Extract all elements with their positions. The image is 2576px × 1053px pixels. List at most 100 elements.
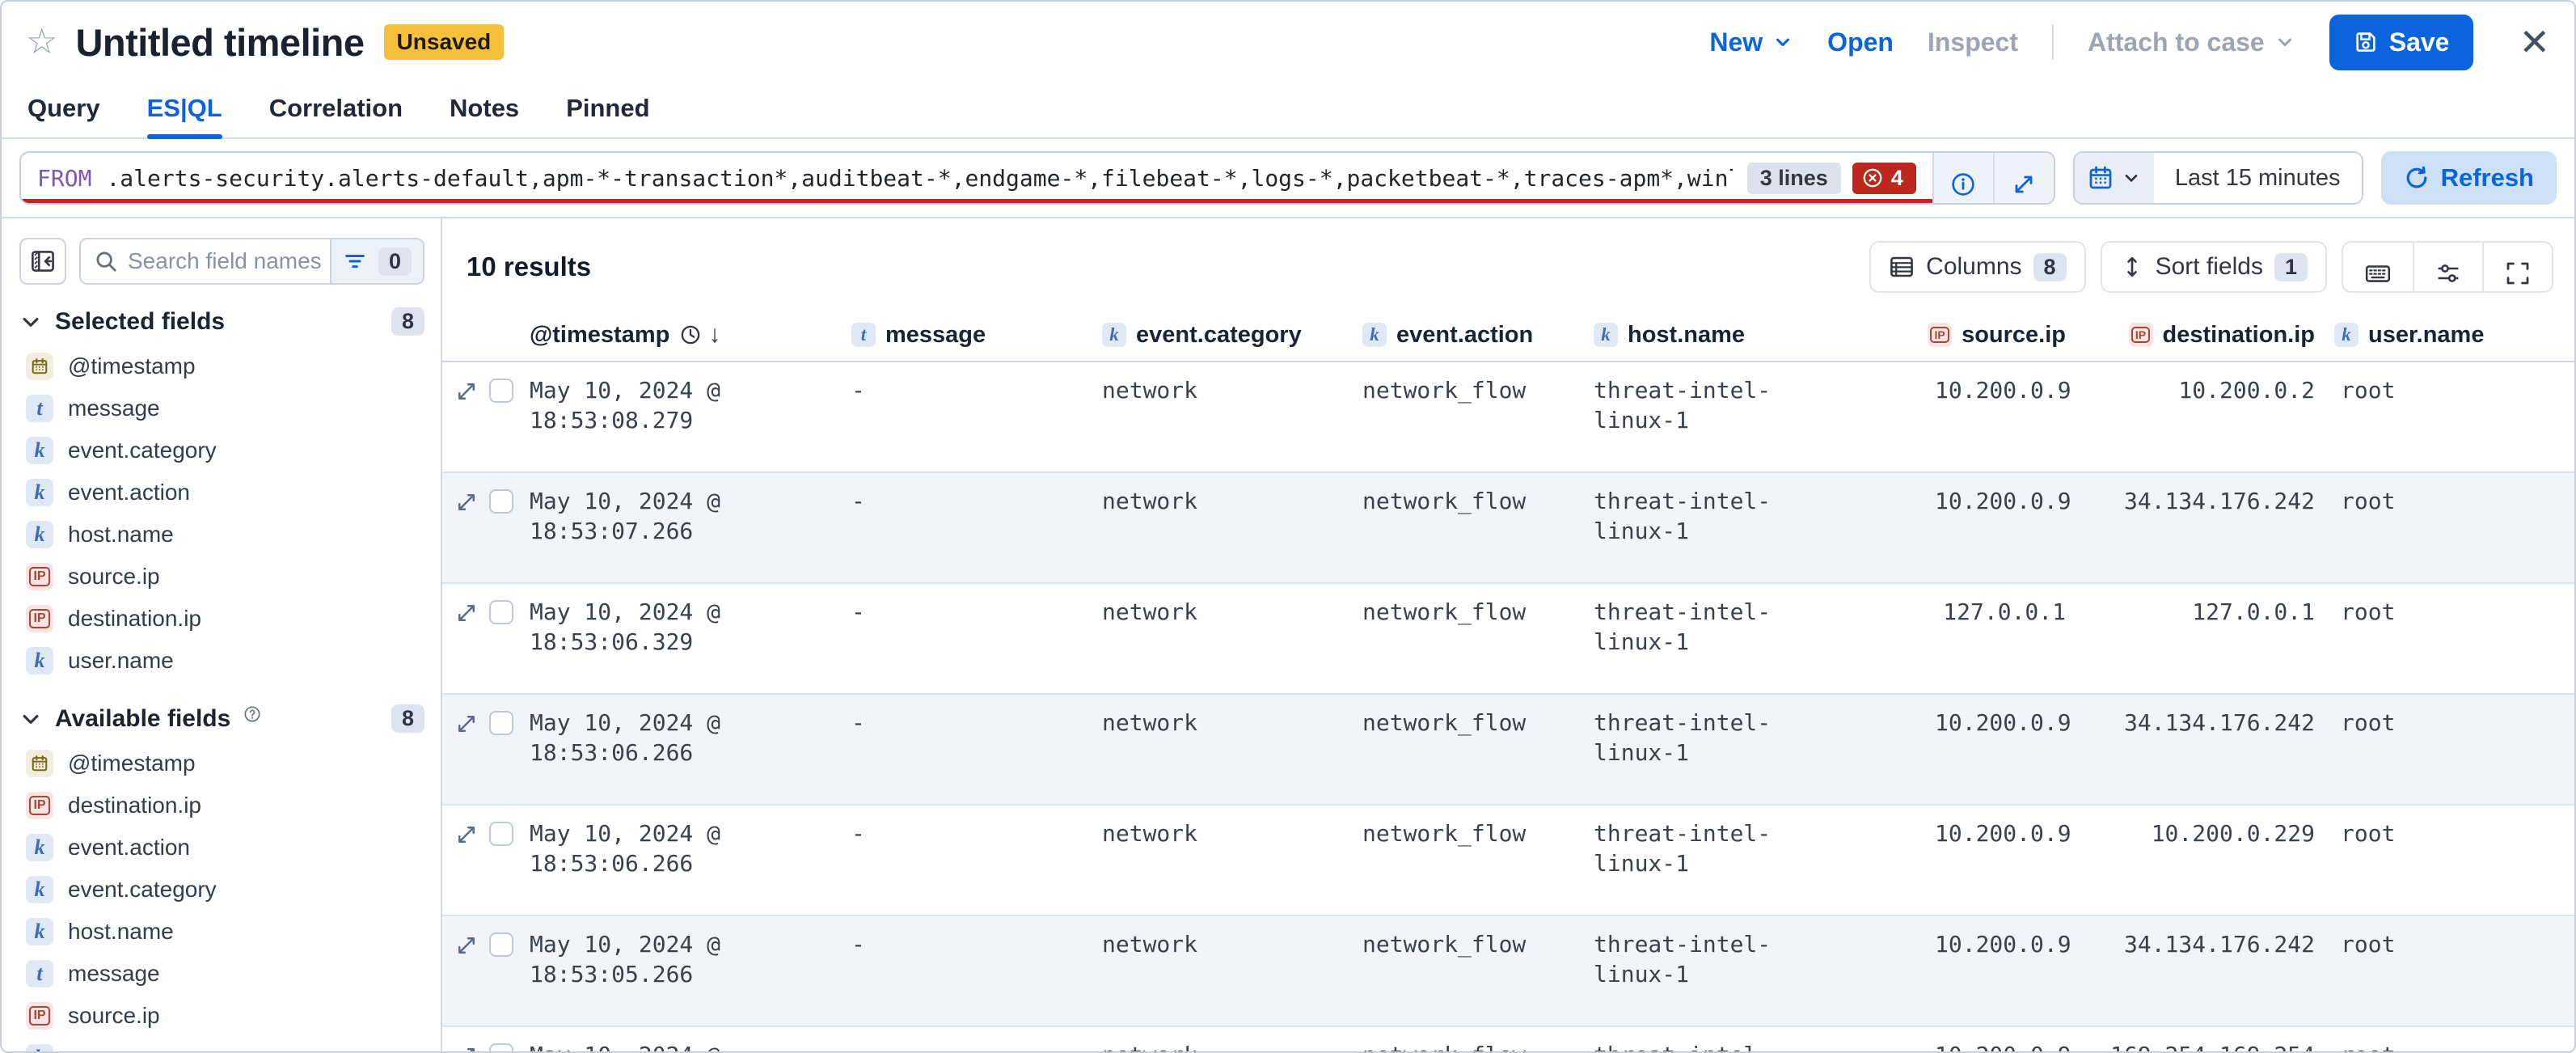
attach-to-case-button[interactable]: Attach to case — [2088, 27, 2295, 57]
esql-input[interactable]: FROM .alerts-security.alerts-default,apm… — [21, 153, 1932, 203]
row-checkbox[interactable] — [489, 600, 513, 624]
sort-fields-button[interactable]: Sort fields 1 — [2101, 241, 2327, 293]
error-count-badge[interactable]: 4 — [1852, 163, 1916, 194]
row-checkbox[interactable] — [489, 711, 513, 735]
ip-field-icon: IP — [26, 605, 53, 632]
cell-timestamp: May 10, 2024 @ — [520, 1027, 842, 1051]
field-item-event-category[interactable]: kevent.category — [19, 869, 424, 911]
cell-destination-ip: 10.200.0.229 — [2076, 806, 2325, 915]
display-options-button[interactable] — [2413, 243, 2482, 291]
ip-field-icon: IP — [26, 1002, 53, 1030]
available-fields-header: Available fields 8 — [19, 704, 424, 733]
row-checkbox[interactable] — [489, 932, 513, 957]
sort-count-badge: 1 — [2274, 253, 2308, 281]
field-filter-button[interactable]: 0 — [330, 239, 423, 283]
tab-pinned[interactable]: Pinned — [566, 94, 649, 137]
column-header-host-name[interactable]: khost.name — [1584, 322, 1925, 349]
cell-destination-ip: 34.134.176.242 — [2076, 473, 2325, 582]
ip-field-icon: IP — [2129, 323, 2153, 347]
text-field-icon: t — [26, 960, 53, 987]
row-checkbox[interactable] — [489, 1043, 513, 1051]
field-item-event-action[interactable]: kevent.action — [19, 472, 424, 514]
field-item-source-ip[interactable]: IPsource.ip — [19, 556, 424, 598]
row-controls — [442, 806, 520, 915]
text-field-icon: t — [26, 395, 53, 422]
field-item-source-ip[interactable]: IPsource.ip — [19, 995, 424, 1037]
field-item-event-category[interactable]: kevent.category — [19, 429, 424, 472]
new-menu-button[interactable]: New — [1709, 27, 1793, 57]
cell-host-name: threat-intel- linux-1 — [1584, 695, 1925, 804]
field-item-host-name[interactable]: khost.name — [19, 514, 424, 556]
esql-docs-button[interactable] — [1934, 153, 1993, 203]
column-header-event-action[interactable]: kevent.action — [1353, 322, 1584, 349]
save-button[interactable]: Save — [2329, 15, 2474, 70]
fullscreen-button[interactable] — [2482, 243, 2552, 291]
field-item-event-action[interactable]: kevent.action — [19, 827, 424, 869]
row-checkbox[interactable] — [489, 378, 513, 403]
cell-destination-ip: 127.0.0.1 — [2076, 584, 2325, 693]
field-name: @timestamp — [68, 353, 196, 379]
help-icon[interactable] — [243, 705, 261, 723]
field-item-destination-ip[interactable]: IPdestination.ip — [19, 784, 424, 827]
field-item--timestamp[interactable]: @timestamp — [19, 742, 424, 784]
inspect-button[interactable]: Inspect — [1928, 27, 2018, 57]
expand-event-icon[interactable] — [455, 491, 478, 514]
collapse-sidebar-button[interactable] — [19, 238, 66, 285]
chevron-down-icon — [1772, 32, 1793, 53]
search-field-names-input[interactable] — [128, 248, 330, 274]
keyword-field-icon: k — [1102, 323, 1126, 347]
expand-event-icon[interactable] — [455, 602, 478, 624]
columns-button[interactable]: Columns 8 — [1869, 241, 2085, 293]
cell-timestamp: May 10, 2024 @ 18:53:05.266 — [520, 916, 842, 1026]
row-checkbox[interactable] — [489, 489, 513, 514]
field-item-host-name[interactable]: khost.name — [19, 911, 424, 953]
field-item-user-name[interactable]: kuser.name — [19, 1037, 424, 1051]
lines-badge[interactable]: 3 lines — [1747, 163, 1841, 194]
field-item-user-name[interactable]: kuser.name — [19, 640, 424, 682]
column-header-event-category[interactable]: kevent.category — [1092, 322, 1353, 349]
available-fields-list: @timestampIPdestination.ipkevent.actionk… — [19, 742, 424, 1051]
expand-event-icon[interactable] — [455, 1045, 478, 1051]
tab-esql[interactable]: ES|QL — [147, 94, 222, 137]
field-item-destination-ip[interactable]: IPdestination.ip — [19, 598, 424, 640]
expand-editor-button[interactable] — [1993, 153, 2054, 203]
favorite-star-icon[interactable]: ☆ — [26, 24, 57, 60]
esql-query-bar: FROM .alerts-security.alerts-default,apm… — [2, 139, 2574, 218]
cell-event-category: network — [1092, 362, 1353, 472]
cell-message: - — [842, 473, 1092, 582]
refresh-button[interactable]: Refresh — [2381, 151, 2557, 205]
ip-field-icon: IP — [26, 792, 53, 819]
column-label: user.name — [2368, 322, 2484, 349]
field-item--timestamp[interactable]: @timestamp — [19, 345, 424, 387]
expand-event-icon[interactable] — [455, 380, 478, 403]
open-button[interactable]: Open — [1827, 27, 1894, 57]
expand-event-icon[interactable] — [455, 934, 478, 957]
tab-correlation[interactable]: Correlation — [269, 94, 403, 137]
field-item-message[interactable]: tmessage — [19, 387, 424, 429]
row-checkbox[interactable] — [489, 822, 513, 846]
cell-user-name: root — [2325, 1027, 2574, 1051]
cell-source-ip: 10.200.0.9 — [1925, 473, 2076, 582]
column-header-destination-ip[interactable]: IPdestination.ip — [2076, 322, 2325, 349]
date-quick-select-button[interactable] — [2075, 153, 2154, 203]
cell-user-name: root — [2325, 584, 2574, 693]
field-item-message[interactable]: tmessage — [19, 953, 424, 995]
cell-host-name: threat-intel- — [1584, 1027, 1925, 1051]
column-header--timestamp[interactable]: @timestamp↓ — [520, 321, 842, 349]
column-header-message[interactable]: tmessage — [842, 322, 1092, 349]
close-icon[interactable]: ✕ — [2519, 23, 2550, 61]
column-header-source-ip[interactable]: IPsource.ip — [1925, 322, 2076, 349]
expand-event-icon[interactable] — [455, 713, 478, 735]
info-icon — [1950, 171, 1976, 197]
tab-query[interactable]: Query — [27, 94, 100, 137]
time-range-value[interactable]: Last 15 minutes — [2154, 153, 2362, 203]
filter-icon — [343, 249, 367, 273]
expand-event-icon[interactable] — [455, 823, 478, 846]
chevron-down-icon[interactable] — [19, 311, 42, 333]
chevron-down-icon[interactable] — [19, 708, 42, 730]
tab-notes[interactable]: Notes — [450, 94, 519, 137]
cell-host-name: threat-intel- linux-1 — [1584, 916, 1925, 1026]
cell-host-name: threat-intel- linux-1 — [1584, 806, 1925, 915]
column-header-user-name[interactable]: kuser.name — [2325, 322, 2574, 349]
keyboard-shortcuts-button[interactable] — [2343, 243, 2413, 291]
